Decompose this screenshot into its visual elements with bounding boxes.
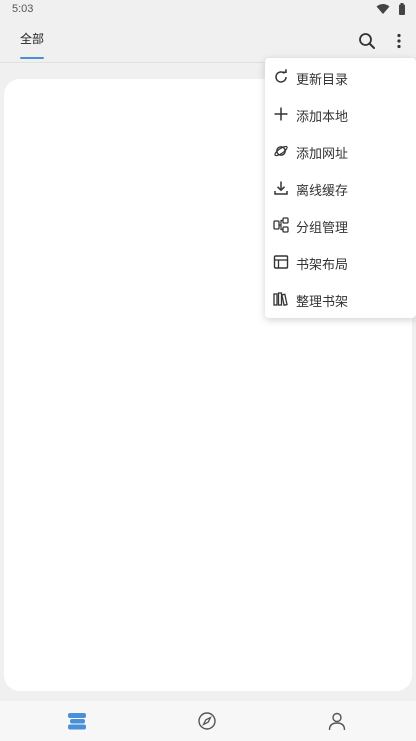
bookshelf-icon xyxy=(68,713,86,730)
overflow-menu: 更新目录 添加本地 添加网址 离线缓存 分组管理 书架布局 整理书架 xyxy=(265,58,416,318)
menu-item-label: 添加网址 xyxy=(296,147,349,162)
tab-all[interactable]: 全部 xyxy=(20,30,44,47)
plus-icon xyxy=(274,107,288,121)
layout-icon xyxy=(273,255,289,269)
battery-icon xyxy=(399,3,405,15)
planet-icon xyxy=(274,145,288,157)
person-icon xyxy=(328,712,346,731)
app-bar: 全部 xyxy=(0,20,416,62)
menu-item-add-url[interactable]: 添加网址 xyxy=(265,133,416,170)
group-icon xyxy=(273,217,289,233)
download-icon xyxy=(274,181,288,195)
compass-icon xyxy=(198,712,216,730)
more-vert-icon xyxy=(397,33,401,49)
tab-indicator xyxy=(20,57,44,59)
status-icons xyxy=(376,3,406,15)
menu-item-organize-bookshelf[interactable]: 整理书架 xyxy=(265,281,416,318)
wifi-icon xyxy=(376,4,390,14)
books-icon xyxy=(273,292,288,306)
menu-item-label: 更新目录 xyxy=(296,73,349,88)
status-bar: 5:03 xyxy=(0,0,416,20)
menu-item-offline-cache[interactable]: 离线缓存 xyxy=(265,170,416,207)
nav-profile[interactable] xyxy=(327,711,347,731)
menu-item-label: 添加本地 xyxy=(296,110,349,125)
menu-item-add-local[interactable]: 添加本地 xyxy=(265,96,416,133)
nav-bookshelf[interactable] xyxy=(67,711,87,731)
menu-item-label: 分组管理 xyxy=(296,221,349,236)
more-options-button[interactable] xyxy=(388,30,410,52)
bottom-navigation xyxy=(0,701,416,741)
menu-item-label: 离线缓存 xyxy=(296,184,349,199)
search-icon xyxy=(359,33,375,49)
menu-item-label: 书架布局 xyxy=(296,258,349,273)
menu-item-update-catalog[interactable]: 更新目录 xyxy=(265,59,416,96)
menu-item-group-management[interactable]: 分组管理 xyxy=(265,207,416,244)
refresh-icon xyxy=(275,69,287,83)
nav-discover[interactable] xyxy=(197,711,217,731)
menu-item-bookshelf-layout[interactable]: 书架布局 xyxy=(265,244,416,281)
menu-item-label: 整理书架 xyxy=(296,295,349,310)
status-time: 5:03 xyxy=(12,3,34,15)
search-button[interactable] xyxy=(356,30,378,52)
